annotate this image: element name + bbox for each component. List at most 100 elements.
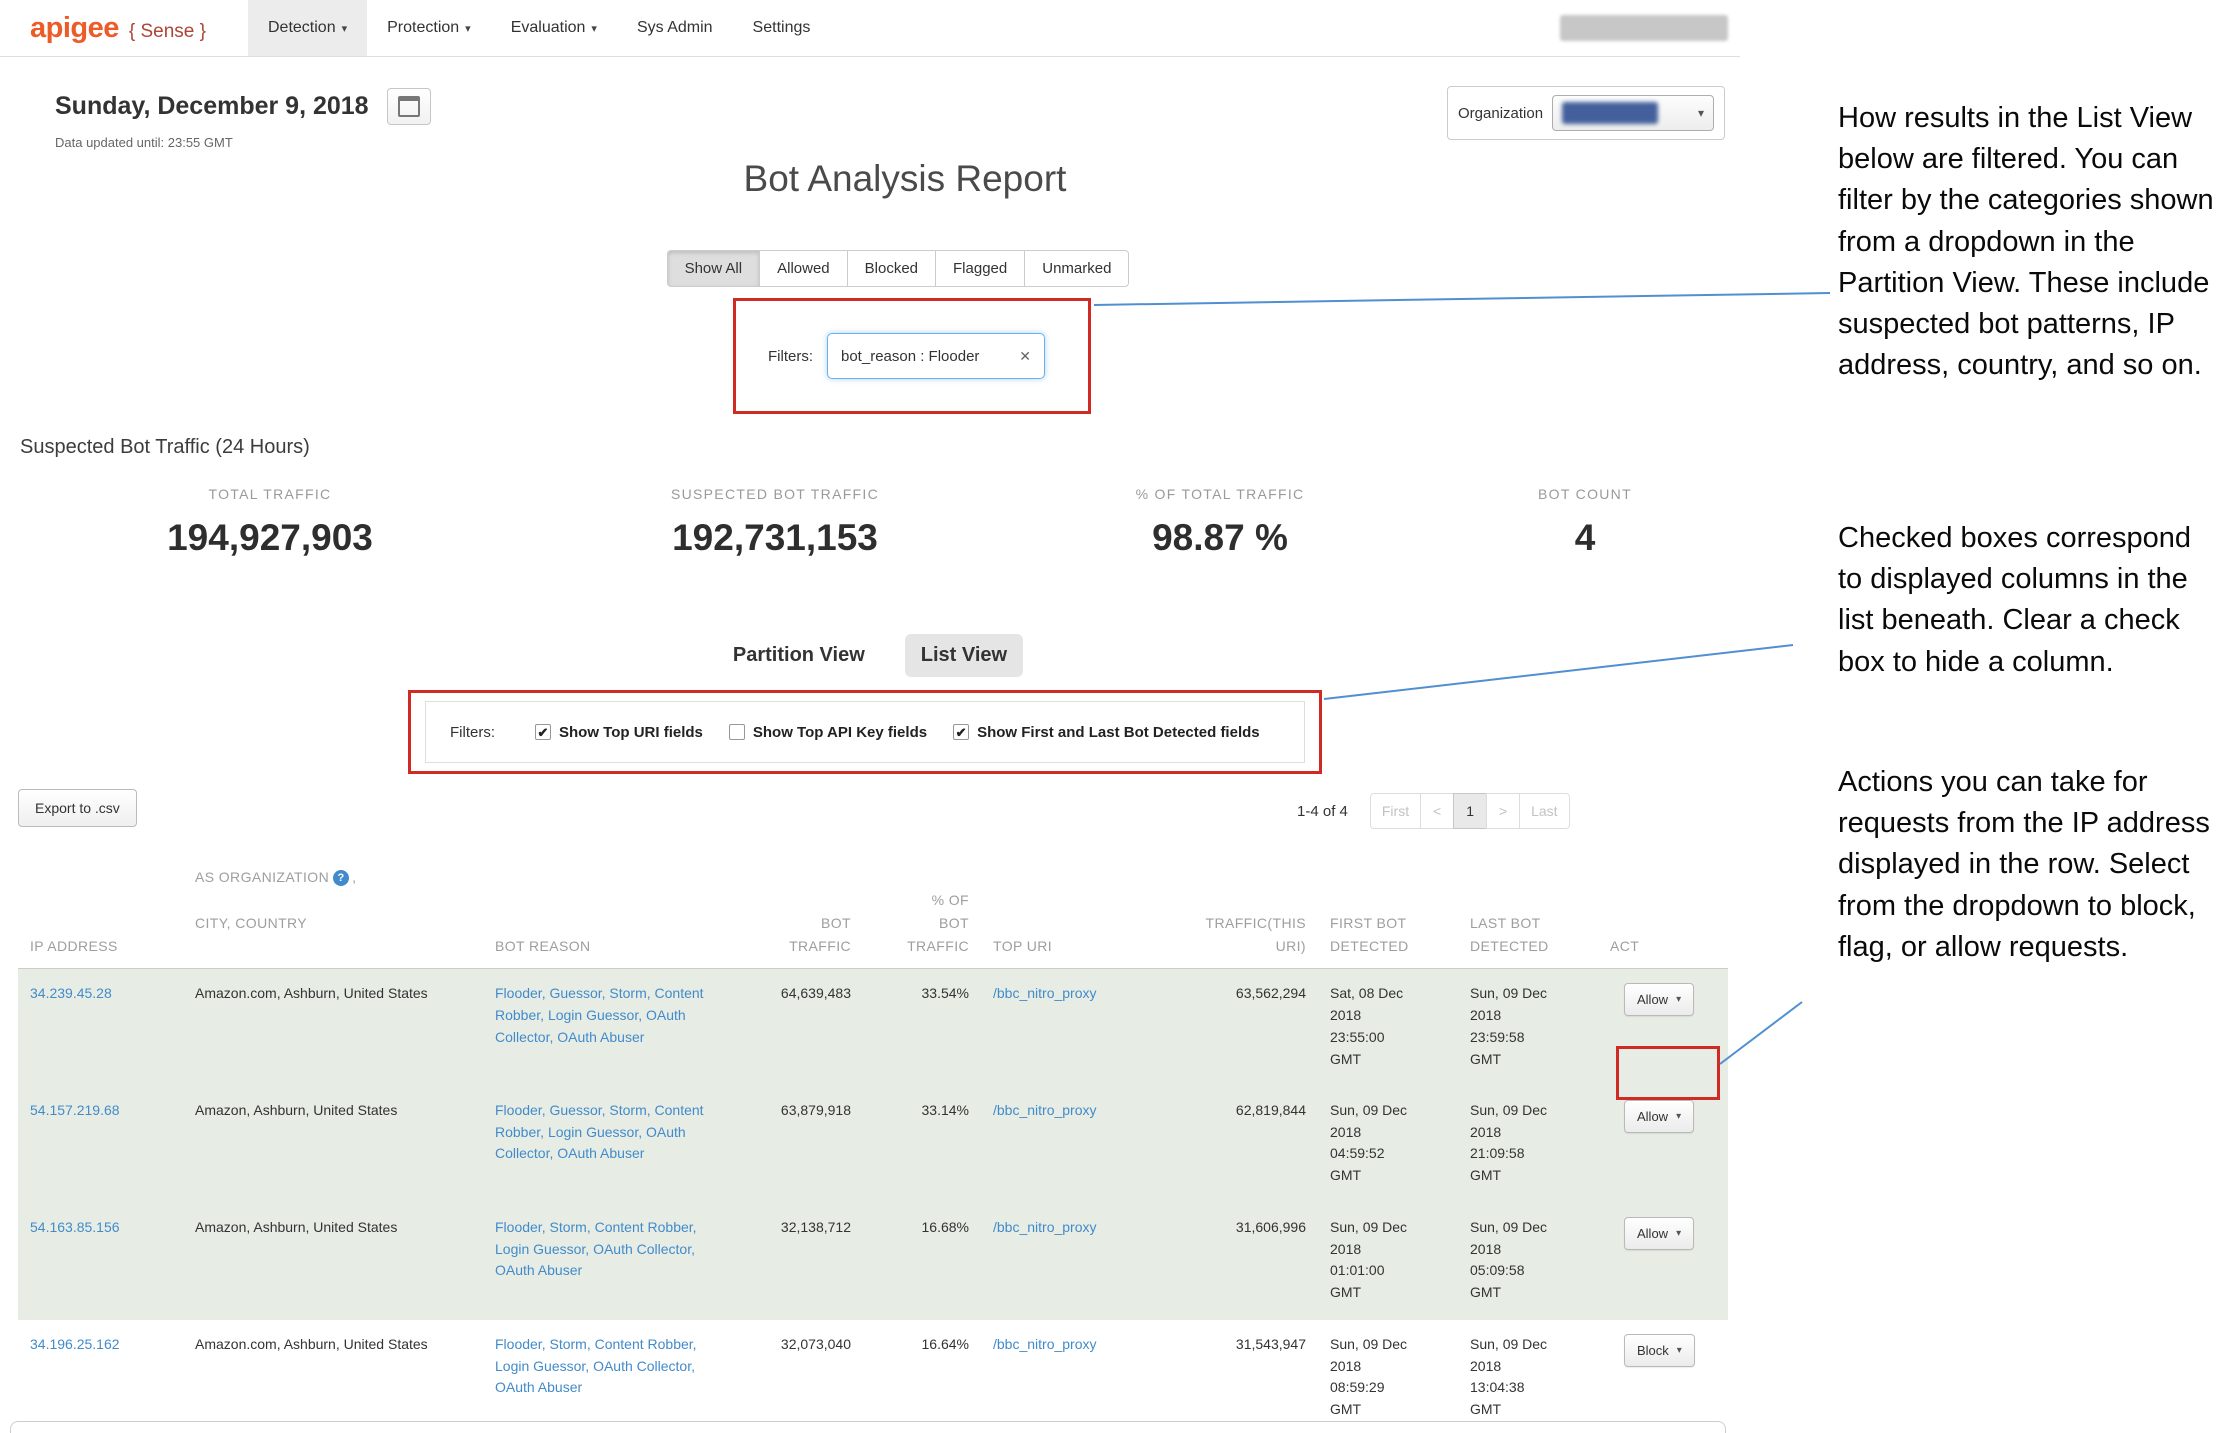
top-uri-cell: /bbc_nitro_proxy — [981, 1203, 1146, 1320]
col-as-organization[interactable]: AS ORGANIZATION?, CITY, COUNTRY — [183, 843, 483, 969]
bot-reason-link[interactable]: OAuth Abuser — [557, 1029, 644, 1045]
date-block: Sunday, December 9, 2018 Data updated un… — [55, 88, 431, 150]
col-ip-address[interactable]: IP ADDRESS — [18, 843, 183, 969]
nav-item-label: Detection — [268, 19, 336, 37]
bot-reason-link[interactable]: Flooder, — [495, 1102, 546, 1118]
nav-item-label: Sys Admin — [637, 19, 713, 37]
pagination-page-button[interactable]: 1 — [1453, 793, 1487, 829]
remove-filter-icon[interactable]: ✕ — [1019, 348, 1031, 365]
calendar-button[interactable] — [387, 88, 431, 125]
export-csv-button[interactable]: Export to .csv — [18, 789, 137, 827]
top-uri-link[interactable]: /bbc_nitro_proxy — [993, 1102, 1097, 1118]
ip-address-link[interactable]: 54.157.219.68 — [30, 1102, 120, 1118]
bot-reason-link[interactable]: Guessor, — [549, 985, 605, 1001]
action-dropdown[interactable]: Block▾ — [1624, 1334, 1695, 1367]
col-traffic-this-uri[interactable]: TRAFFIC(THIS URI) — [1146, 843, 1318, 969]
checkbox-icon[interactable]: ✔ — [953, 724, 969, 740]
stat-label: BOT COUNT — [1430, 486, 1740, 502]
organization-dropdown[interactable]: ▾ — [1552, 95, 1714, 131]
tab-allowed[interactable]: Allowed — [759, 250, 848, 287]
bot-reason-link[interactable]: OAuth Collector, — [593, 1358, 695, 1374]
action-dropdown[interactable]: Allow▾ — [1624, 1100, 1694, 1133]
stat-label: SUSPECTED BOT TRAFFIC — [540, 486, 1010, 502]
annotation-checkboxes: Checked boxes correspond to displayed co… — [1838, 518, 2216, 683]
nav-item-evaluation[interactable]: Evaluation ▾ — [491, 0, 617, 56]
bot-reason-link[interactable]: Storm, — [549, 1219, 590, 1235]
bot-reason-link[interactable]: OAuth Abuser — [557, 1145, 644, 1161]
bot-reason-link[interactable]: OAuth Collector, — [593, 1241, 695, 1257]
tab-flagged[interactable]: Flagged — [935, 250, 1025, 287]
brand: apigee { Sense } — [30, 12, 206, 45]
checkbox-show-top-uri-fields[interactable]: ✔ Show Top URI fields — [535, 724, 703, 741]
nav-item-protection[interactable]: Protection ▾ — [367, 0, 491, 56]
checkbox-icon[interactable]: ✔ — [535, 724, 551, 740]
bot-reason-link[interactable]: Storm, — [549, 1336, 590, 1352]
col-first-bot-detected[interactable]: FIRST BOT DETECTED — [1318, 843, 1458, 969]
redacted-user-email — [1560, 15, 1728, 41]
ip-address-link[interactable]: 34.196.25.162 — [30, 1336, 120, 1352]
checkbox-icon[interactable] — [729, 724, 745, 740]
bot-reason-link[interactable]: Flooder, — [495, 1336, 546, 1352]
tab-unmarked[interactable]: Unmarked — [1024, 250, 1129, 287]
col-bot-reason[interactable]: BOT REASON — [483, 843, 728, 969]
section-title: Suspected Bot Traffic (24 Hours) — [20, 436, 310, 459]
as-organization-cell: Amazon.com, Ashburn, United States — [183, 1320, 483, 1433]
last-bot-detected-cell: Sun, 09 Dec 2018 23:59:58 GMT — [1458, 969, 1598, 1086]
bot-reason-link[interactable]: Storm, — [609, 1102, 650, 1118]
main-nav: Detection ▾ Protection ▾ Evaluation ▾ Sy… — [248, 0, 830, 56]
bot-reason-cell: Flooder, Storm, Content Robber, Login Gu… — [483, 1320, 728, 1433]
nav-item-sys-admin[interactable]: Sys Admin — [617, 0, 733, 56]
bot-reason-link[interactable]: OAuth Abuser — [495, 1379, 582, 1395]
ip-address-cell: 34.196.25.162 — [18, 1320, 183, 1433]
col-bot-traffic[interactable]: BOT TRAFFIC — [728, 843, 863, 969]
bot-reason-link[interactable]: Login Guessor, — [548, 1124, 642, 1140]
bot-reason-link[interactable]: Login Guessor, — [548, 1007, 642, 1023]
col-last-bot-detected[interactable]: LAST BOT DETECTED — [1458, 843, 1598, 969]
checkbox-show-first-last-bot-detected-fields[interactable]: ✔ Show First and Last Bot Detected field… — [953, 724, 1260, 741]
act-cell: Block▾ — [1598, 1320, 1728, 1433]
pagination-prev-button[interactable]: < — [1420, 793, 1454, 829]
top-uri-cell: /bbc_nitro_proxy — [981, 1320, 1146, 1433]
tab-list-view[interactable]: List View — [905, 634, 1023, 677]
pagination-first-button[interactable]: First — [1370, 793, 1421, 829]
ip-address-link[interactable]: 34.239.45.28 — [30, 985, 112, 1001]
bot-reason-link[interactable]: Flooder, — [495, 985, 546, 1001]
action-dropdown[interactable]: Allow▾ — [1624, 1217, 1694, 1250]
action-dropdown[interactable]: Allow▾ — [1624, 983, 1694, 1016]
bot-reason-link[interactable]: Guessor, — [549, 1102, 605, 1118]
bot-reason-link[interactable]: Storm, — [609, 985, 650, 1001]
pagination-last-button[interactable]: Last — [1519, 793, 1569, 829]
help-icon[interactable]: ? — [333, 870, 349, 886]
top-uri-link[interactable]: /bbc_nitro_proxy — [993, 985, 1097, 1001]
top-uri-link[interactable]: /bbc_nitro_proxy — [993, 1336, 1097, 1352]
view-tabs: Partition View List View — [0, 634, 1740, 677]
action-callout-box — [1616, 1046, 1720, 1100]
tab-blocked[interactable]: Blocked — [847, 250, 936, 287]
bot-reason-link[interactable]: Login Guessor, — [495, 1358, 589, 1374]
pagination-next-button[interactable]: > — [1486, 793, 1520, 829]
bot-reason-cell: Flooder, Storm, Content Robber, Login Gu… — [483, 1203, 728, 1320]
col-pct-bot-traffic[interactable]: % OF BOT TRAFFIC — [863, 843, 981, 969]
ip-address-link[interactable]: 54.163.85.156 — [30, 1219, 120, 1235]
bot-reason-link[interactable]: Content Robber, — [595, 1219, 697, 1235]
bot-reason-link[interactable]: OAuth Abuser — [495, 1262, 582, 1278]
bot-traffic-cell: 32,138,712 — [728, 1203, 863, 1320]
tab-partition-view[interactable]: Partition View — [717, 634, 881, 677]
top-uri-link[interactable]: /bbc_nitro_proxy — [993, 1219, 1097, 1235]
nav-item-settings[interactable]: Settings — [733, 0, 831, 56]
checkbox-show-top-api-key-fields[interactable]: Show Top API Key fields — [729, 724, 927, 741]
col-label: AS ORGANIZATION — [195, 869, 329, 885]
bot-reason-link[interactable]: Content Robber, — [595, 1336, 697, 1352]
col-top-uri[interactable]: TOP URI — [981, 843, 1146, 969]
chevron-down-icon: ▾ — [1676, 1111, 1681, 1122]
bot-traffic-cell: 32,073,040 — [728, 1320, 863, 1433]
bot-reason-link[interactable]: Flooder, — [495, 1219, 546, 1235]
nav-item-detection[interactable]: Detection ▾ — [248, 0, 367, 56]
bot-reason-link[interactable]: Login Guessor, — [495, 1241, 589, 1257]
chevron-down-icon: ▾ — [1676, 994, 1681, 1005]
pct-bot-traffic-cell: 33.14% — [863, 1086, 981, 1203]
report-title: Bot Analysis Report — [35, 158, 1775, 200]
first-bot-detected-cell: Sun, 09 Dec 2018 04:59:52 GMT — [1318, 1086, 1458, 1203]
tab-show-all[interactable]: Show All — [667, 250, 761, 287]
filter-chip[interactable]: bot_reason : Flooder ✕ — [827, 333, 1045, 379]
